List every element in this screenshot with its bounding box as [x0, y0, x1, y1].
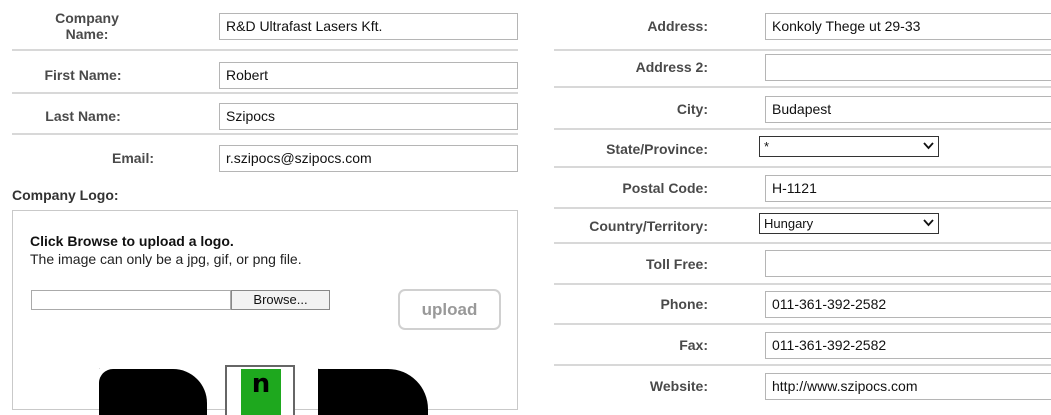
browse-button[interactable]: Browse... — [231, 290, 330, 310]
last-name-label: Last Name: — [45, 108, 121, 124]
email-label: Email: — [111, 150, 154, 166]
toll-free-label: Toll Free: — [646, 256, 708, 272]
logo-letter-r: R — [99, 369, 207, 415]
website-label: Website: — [649, 378, 708, 394]
separator — [554, 242, 1051, 244]
chevron-down-icon — [923, 219, 934, 227]
city-field[interactable]: Budapest — [765, 96, 1051, 123]
country-label: Country/Territory: — [589, 218, 708, 234]
separator — [554, 49, 1051, 51]
address-label: Address: — [647, 18, 708, 34]
toll-free-field[interactable] — [765, 250, 1051, 277]
separator — [554, 323, 1051, 325]
chevron-down-icon — [923, 142, 934, 150]
separator — [554, 128, 1051, 130]
state-select-value: * — [764, 139, 770, 154]
address2-field[interactable] — [765, 54, 1051, 81]
separator — [12, 133, 518, 135]
fax-field[interactable]: 011-361-392-2582 — [765, 332, 1051, 359]
separator — [554, 86, 1051, 88]
state-label: State/Province: — [606, 141, 708, 157]
logo-letter-d: D — [318, 369, 428, 415]
separator — [554, 364, 1051, 366]
last-name-field[interactable]: Szipocs — [219, 103, 518, 130]
postal-code-label: Postal Code: — [622, 180, 708, 196]
phone-label: Phone: — [660, 296, 708, 312]
country-select-value: Hungary — [764, 216, 814, 231]
logo-upload-panel: Click Browse to upload a logo. The image… — [12, 210, 518, 415]
logo-center-mark: n — [225, 365, 295, 415]
country-select[interactable]: Hungary — [759, 213, 939, 234]
company-name-label: Company Name: — [55, 10, 119, 42]
city-label: City: — [676, 101, 708, 117]
postal-code-field[interactable]: H-1121 — [765, 175, 1051, 202]
upload-button[interactable]: upload — [398, 289, 501, 330]
file-path-input[interactable] — [31, 290, 231, 310]
separator — [554, 283, 1051, 285]
upload-instruction-text: The image can only be a jpg, gif, or png… — [30, 251, 302, 267]
separator — [12, 92, 518, 94]
upload-instruction-bold: Click Browse to upload a logo. — [30, 233, 234, 249]
company-logo-heading: Company Logo: — [12, 187, 119, 203]
company-logo-image: R n D — [93, 365, 433, 415]
fax-label: Fax: — [679, 337, 708, 353]
state-select[interactable]: * — [759, 136, 939, 157]
first-name-field[interactable]: Robert — [219, 62, 518, 89]
phone-field[interactable]: 011-361-392-2582 — [765, 291, 1051, 318]
logo-green-block: n — [241, 369, 281, 415]
address-field[interactable]: Konkoly Thege ut 29-33 — [765, 13, 1051, 40]
separator — [554, 166, 1051, 168]
address2-label: Address 2: — [635, 59, 708, 75]
separator — [554, 207, 1051, 209]
email-field[interactable]: r.szipocs@szipocs.com — [219, 145, 518, 172]
separator — [12, 49, 518, 51]
website-field[interactable]: http://www.szipocs.com — [765, 373, 1051, 400]
company-name-field[interactable]: R&D Ultrafast Lasers Kft. — [219, 13, 518, 40]
first-name-label: First Name: — [44, 67, 122, 83]
